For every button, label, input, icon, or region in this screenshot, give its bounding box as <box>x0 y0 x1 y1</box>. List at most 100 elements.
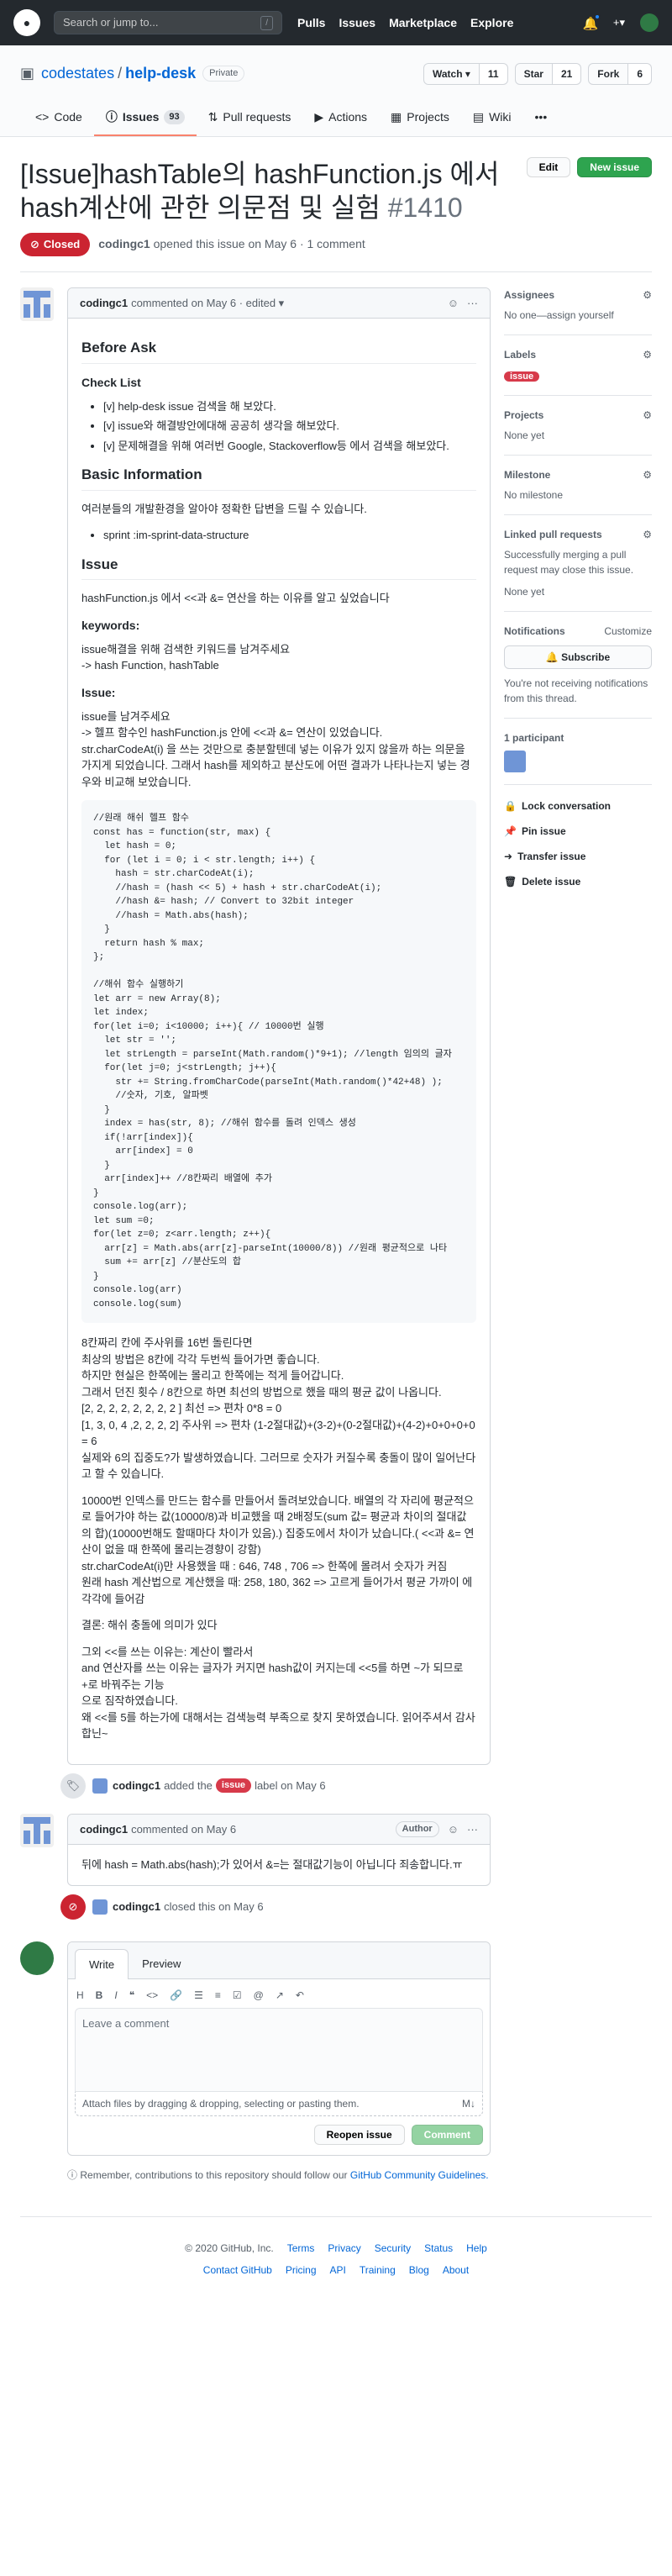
task-list-icon[interactable]: ☑ <box>233 1988 242 2003</box>
issue-label[interactable]: issue <box>215 1778 252 1793</box>
footer-link[interactable]: Privacy <box>328 2241 360 2256</box>
italic-icon[interactable]: I <box>114 1988 117 2003</box>
reference-icon[interactable]: ↗ <box>276 1988 284 2003</box>
tab-pull-requests[interactable]: ⇅ Pull requests <box>197 102 303 136</box>
footer-link[interactable]: Security <box>375 2241 411 2256</box>
heading-icon[interactable]: H <box>76 1988 84 2003</box>
create-new-button[interactable]: +▾ <box>613 14 625 31</box>
gear-icon[interactable]: ⚙ <box>643 527 652 542</box>
labels-heading[interactable]: Labels <box>504 347 536 362</box>
trash-icon: 🗑 <box>504 876 517 888</box>
gear-icon[interactable]: ⚙ <box>643 408 652 423</box>
event-avatar[interactable] <box>92 1778 108 1794</box>
pin-issue[interactable]: 📌 Pin issue <box>504 819 652 844</box>
smiley-icon[interactable]: ☺ <box>448 295 459 312</box>
fork-label[interactable]: Fork <box>588 62 629 85</box>
author-avatar[interactable] <box>20 287 54 321</box>
more-menu-icon[interactable]: ••• <box>523 102 559 136</box>
nav-marketplace[interactable]: Marketplace <box>389 14 457 32</box>
tab-wiki[interactable]: ▤ Wiki <box>461 102 523 136</box>
new-issue-button[interactable]: New issue <box>577 157 652 177</box>
event-author[interactable]: codingc1 <box>113 1778 160 1794</box>
event-avatar[interactable] <box>92 1899 108 1915</box>
paragraph: 뒤에 hash = Math.abs(hash);가 있어서 &=는 절대값기능… <box>81 1858 463 1871</box>
comment-author[interactable]: codingc1 <box>80 1821 128 1838</box>
attach-files[interactable]: Attach files by dragging & dropping, sel… <box>75 2092 483 2116</box>
numbered-list-icon[interactable]: ≡ <box>215 1988 221 2003</box>
footer-link[interactable]: About <box>443 2263 469 2278</box>
footer-link[interactable]: Blog <box>409 2263 429 2278</box>
github-logo-icon[interactable]: ● <box>13 9 40 36</box>
fork-button[interactable]: Fork 6 <box>588 62 652 85</box>
gear-icon[interactable]: ⚙ <box>643 347 652 362</box>
author-avatar[interactable] <box>20 1813 54 1847</box>
footer-link[interactable]: Status <box>424 2241 453 2256</box>
link-icon[interactable]: 🔗 <box>170 1988 182 2003</box>
user-avatar[interactable] <box>20 1941 54 1975</box>
fork-count[interactable]: 6 <box>628 62 652 85</box>
comment-meta[interactable]: commented on May 6 <box>131 1821 236 1838</box>
assignees-value[interactable]: No one—assign yourself <box>504 308 652 323</box>
reply-icon[interactable]: ↶ <box>296 1988 304 2003</box>
comment-meta[interactable]: commented on May 6 · edited ▾ <box>131 295 284 312</box>
bullet-list-icon[interactable]: ☰ <box>194 1988 203 2003</box>
footer-link[interactable]: Terms <box>287 2241 315 2256</box>
kebab-icon[interactable]: ··· <box>467 1821 478 1838</box>
footer-link[interactable]: API <box>330 2263 346 2278</box>
footer-link[interactable]: Pricing <box>286 2263 317 2278</box>
subscribe-button[interactable]: 🔔 Subscribe <box>504 645 652 669</box>
nav-issues[interactable]: Issues <box>339 14 375 32</box>
lock-conversation[interactable]: 🔒 Lock conversation <box>504 793 652 819</box>
guidelines-link[interactable]: GitHub Community Guidelines. <box>350 2169 489 2181</box>
star-count[interactable]: 21 <box>552 62 582 85</box>
tab-write[interactable]: Write <box>75 1948 129 1979</box>
tab-preview[interactable]: Preview <box>129 1949 194 1979</box>
repo-name-link[interactable]: help-desk <box>125 62 196 85</box>
linked-prs-heading[interactable]: Linked pull requests <box>504 527 602 542</box>
tab-code[interactable]: <> Code <box>24 102 94 136</box>
footer-link[interactable]: Training <box>360 2263 396 2278</box>
milestone-heading[interactable]: Milestone <box>504 467 550 482</box>
star-button[interactable]: Star 21 <box>514 62 582 85</box>
search-input[interactable]: Search or jump to... / <box>54 11 282 34</box>
star-label[interactable]: Star <box>514 62 553 85</box>
watch-label[interactable]: Watch ▾ <box>423 62 480 85</box>
comment-button[interactable]: Comment <box>411 2125 483 2145</box>
text-line: 그래서 던진 횟수 / 8칸으로 하면 최선의 방법으로 했을 때의 평균 값이… <box>81 1385 442 1399</box>
watch-button[interactable]: Watch ▾ 11 <box>423 62 508 85</box>
customize-link[interactable]: Customize <box>604 624 652 639</box>
repo-owner-link[interactable]: codestates <box>41 62 114 85</box>
comment-author[interactable]: codingc1 <box>80 295 128 312</box>
status-badge: ⊘ Closed <box>20 233 91 256</box>
nav-explore[interactable]: Explore <box>470 14 513 32</box>
footer-link[interactable]: Contact GitHub <box>203 2263 272 2278</box>
smiley-icon[interactable]: ☺ <box>448 1821 459 1838</box>
gear-icon[interactable]: ⚙ <box>643 467 652 482</box>
edit-button[interactable]: Edit <box>526 157 571 177</box>
notifications-heading: Notifications <box>504 625 565 637</box>
nav-pulls[interactable]: Pulls <box>297 14 325 32</box>
kebab-icon[interactable]: ··· <box>467 295 478 312</box>
user-avatar[interactable] <box>640 13 659 32</box>
quote-icon[interactable]: ❝ <box>129 1988 134 2003</box>
footer-link[interactable]: Help <box>466 2241 487 2256</box>
transfer-issue[interactable]: ➜ Transfer issue <box>504 844 652 869</box>
bold-icon[interactable]: B <box>96 1988 103 2003</box>
tab-projects[interactable]: ▦ Projects <box>379 102 461 136</box>
assignees-heading[interactable]: Assignees <box>504 287 554 303</box>
participant-avatar[interactable] <box>504 751 526 772</box>
projects-heading[interactable]: Projects <box>504 408 543 423</box>
issue-author[interactable]: codingc1 <box>98 235 150 253</box>
watch-count[interactable]: 11 <box>479 62 508 85</box>
tab-issues[interactable]: ⓘ Issues 93 <box>93 102 197 136</box>
code-icon[interactable]: <> <box>146 1988 158 2003</box>
comment-textarea[interactable]: Leave a comment <box>75 2008 483 2092</box>
delete-issue[interactable]: 🗑 Delete issue <box>504 869 652 894</box>
issue-label[interactable]: issue <box>504 371 540 382</box>
notification-bell-icon[interactable]: 🔔 <box>583 13 601 31</box>
event-author[interactable]: codingc1 <box>113 1899 160 1915</box>
mention-icon[interactable]: @ <box>254 1988 264 2003</box>
tab-actions[interactable]: ▶ Actions <box>302 102 379 136</box>
gear-icon[interactable]: ⚙ <box>643 287 652 303</box>
reopen-issue-button[interactable]: Reopen issue <box>313 2125 405 2145</box>
